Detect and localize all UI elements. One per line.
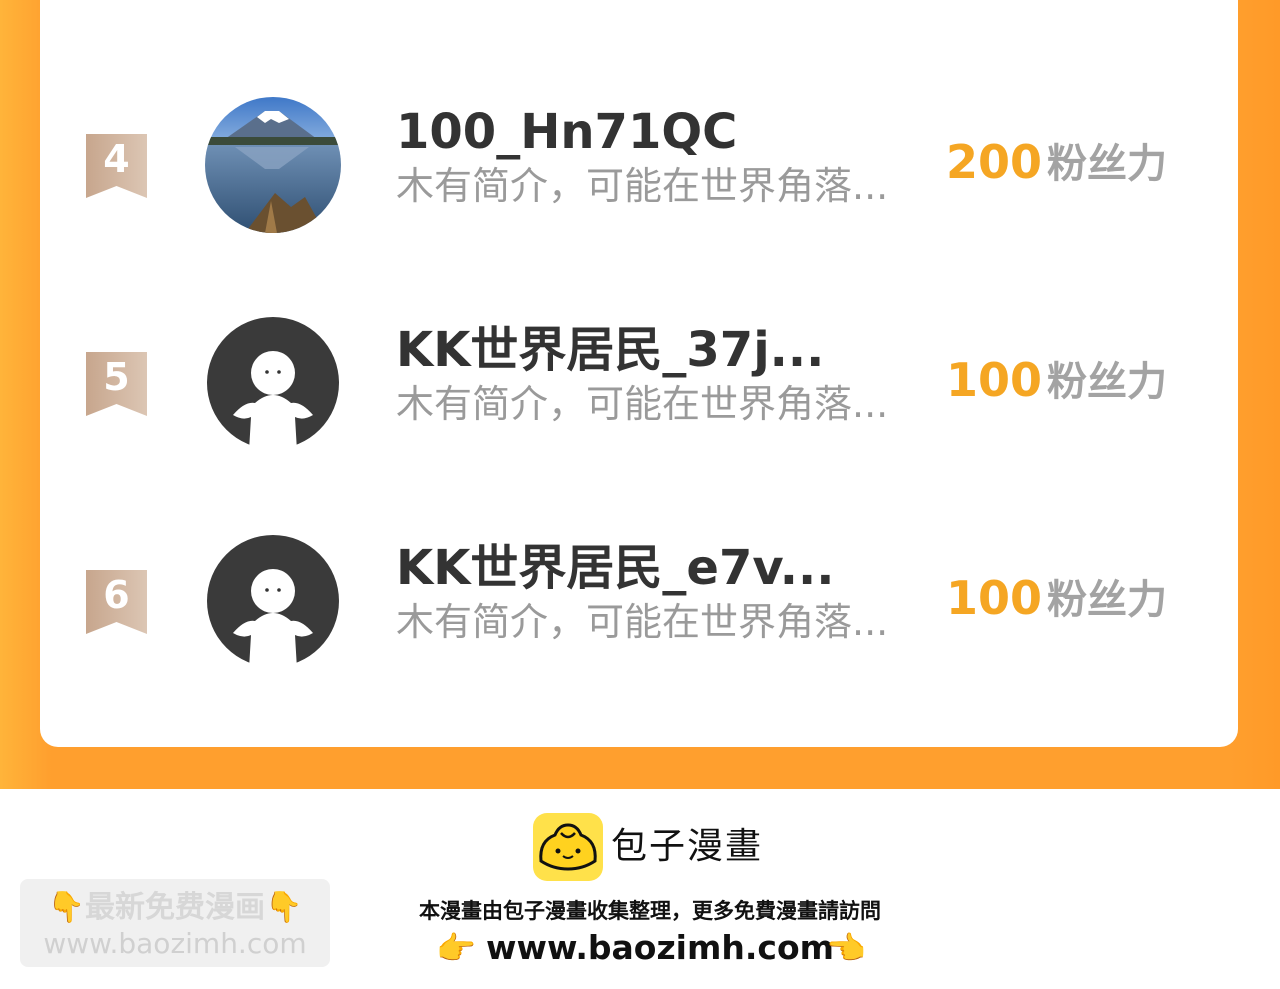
mountain-lake-photo — [205, 97, 341, 233]
rank-badge: 4 — [86, 134, 147, 198]
fan-score: 100 — [946, 353, 1043, 407]
user-name[interactable]: 100_Hn71QC — [396, 102, 916, 162]
watermark: 👇最新免费漫画👇 www.baozimh.com — [20, 879, 330, 967]
avatar[interactable] — [205, 533, 341, 669]
user-name[interactable]: KK世界居民_37j... — [396, 320, 916, 380]
rank-badge: 5 — [86, 352, 147, 416]
fan-score-unit: 粉丝力 — [1047, 359, 1167, 405]
ranking-row[interactable]: 6 KK世界居民_e7v... 木有简介，可能在世界角落... 100 粉丝力 — [0, 528, 1280, 688]
fan-score-unit: 粉丝力 — [1047, 141, 1167, 187]
footer-url-link[interactable]: www.baozimh.com — [486, 926, 834, 970]
avatar[interactable] — [205, 315, 341, 451]
default-user-icon — [207, 317, 339, 451]
pointing-left-hand-icon: 👈 — [826, 929, 866, 967]
user-bio: 木有简介，可能在世界角落... — [396, 382, 889, 426]
rank-number: 5 — [103, 355, 130, 399]
watermark-line1: 👇最新免费漫画👇 — [47, 890, 303, 925]
rank-badge: 6 — [86, 570, 147, 634]
logo-title: 包子漫畫 — [611, 826, 764, 867]
user-bio: 木有简介，可能在世界角落... — [396, 600, 889, 644]
rank-number: 4 — [103, 137, 130, 181]
watermark-line2: www.baozimh.com — [43, 927, 307, 960]
rank-number: 6 — [103, 573, 130, 617]
fan-score-unit: 粉丝力 — [1047, 577, 1167, 623]
bun-icon — [539, 823, 597, 871]
baozi-logo-icon[interactable] — [533, 813, 603, 881]
user-bio: 木有简介，可能在世界角落... — [396, 164, 889, 208]
ranking-row[interactable]: 5 KK世界居民_37j... 木有简介，可能在世界角落... 100 粉丝力 — [0, 310, 1280, 470]
avatar[interactable] — [205, 97, 341, 233]
user-name[interactable]: KK世界居民_e7v... — [396, 538, 916, 598]
footer-notice: 本漫畫由包子漫畫收集整理，更多免費漫畫請訪問 — [419, 899, 881, 923]
default-user-icon — [207, 535, 339, 669]
pointing-right-hand-icon: 👉 — [436, 929, 476, 967]
ranking-row[interactable]: 4 100_Hn71QC 木有简介，可能在世界角落... 200 粉丝力 — [0, 92, 1280, 252]
fan-score: 200 — [946, 135, 1043, 189]
fan-score: 100 — [946, 571, 1043, 625]
